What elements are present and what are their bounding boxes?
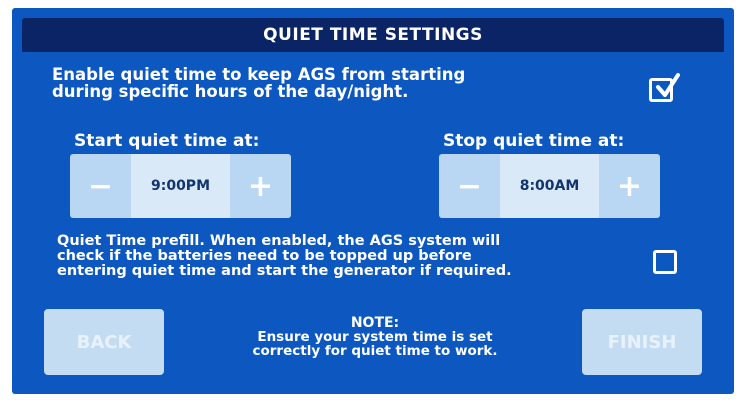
quiet-time-prefill-checkbox[interactable]: [653, 250, 677, 274]
note-line-1: Ensure your system time is set: [257, 329, 493, 345]
start-time-value: 9:00PM: [131, 154, 230, 218]
device-bezel: QUIET TIME SETTINGS Enable quiet time to…: [0, 0, 743, 402]
stop-increment-button[interactable]: +: [599, 154, 660, 218]
stop-decrement-button[interactable]: −: [439, 154, 500, 218]
enable-quiet-time-checkbox[interactable]: [649, 73, 680, 102]
prefill-line-3: entering quiet time and start the genera…: [57, 263, 512, 279]
plus-icon: +: [616, 168, 643, 204]
start-quiet-time-label: Start quiet time at:: [74, 131, 260, 151]
touch-screen: QUIET TIME SETTINGS Enable quiet time to…: [12, 8, 734, 394]
minus-icon: −: [87, 168, 114, 204]
note-title: NOTE:: [350, 315, 400, 331]
system-time-note: NOTE: Ensure your system time is set cor…: [180, 316, 570, 358]
checkmark-icon: [656, 73, 680, 97]
prefill-line-1: Quiet Time prefill. When enabled, the AG…: [57, 233, 501, 249]
start-decrement-button[interactable]: −: [70, 154, 131, 218]
stop-time-stepper: − 8:00AM +: [439, 154, 660, 218]
quiet-time-prefill-description: Quiet Time prefill. When enabled, the AG…: [57, 234, 617, 279]
enable-quiet-time-description: Enable quiet time to keep AGS from start…: [52, 66, 612, 100]
minus-icon: −: [456, 168, 483, 204]
start-time-stepper: − 9:00PM +: [70, 154, 291, 218]
finish-button[interactable]: FINISH: [582, 309, 702, 375]
stop-quiet-time-label: Stop quiet time at:: [443, 131, 625, 151]
note-line-2: correctly for quiet time to work.: [252, 343, 498, 359]
stop-time-value: 8:00AM: [500, 154, 599, 218]
enable-line-2: during specific hours of the day/night.: [52, 82, 409, 101]
enable-line-1: Enable quiet time to keep AGS from start…: [52, 65, 466, 84]
plus-icon: +: [247, 168, 274, 204]
back-button[interactable]: BACK: [44, 309, 164, 375]
start-increment-button[interactable]: +: [230, 154, 291, 218]
page-title: QUIET TIME SETTINGS: [22, 18, 724, 52]
prefill-line-2: check if the batteries need to be topped…: [57, 248, 472, 264]
